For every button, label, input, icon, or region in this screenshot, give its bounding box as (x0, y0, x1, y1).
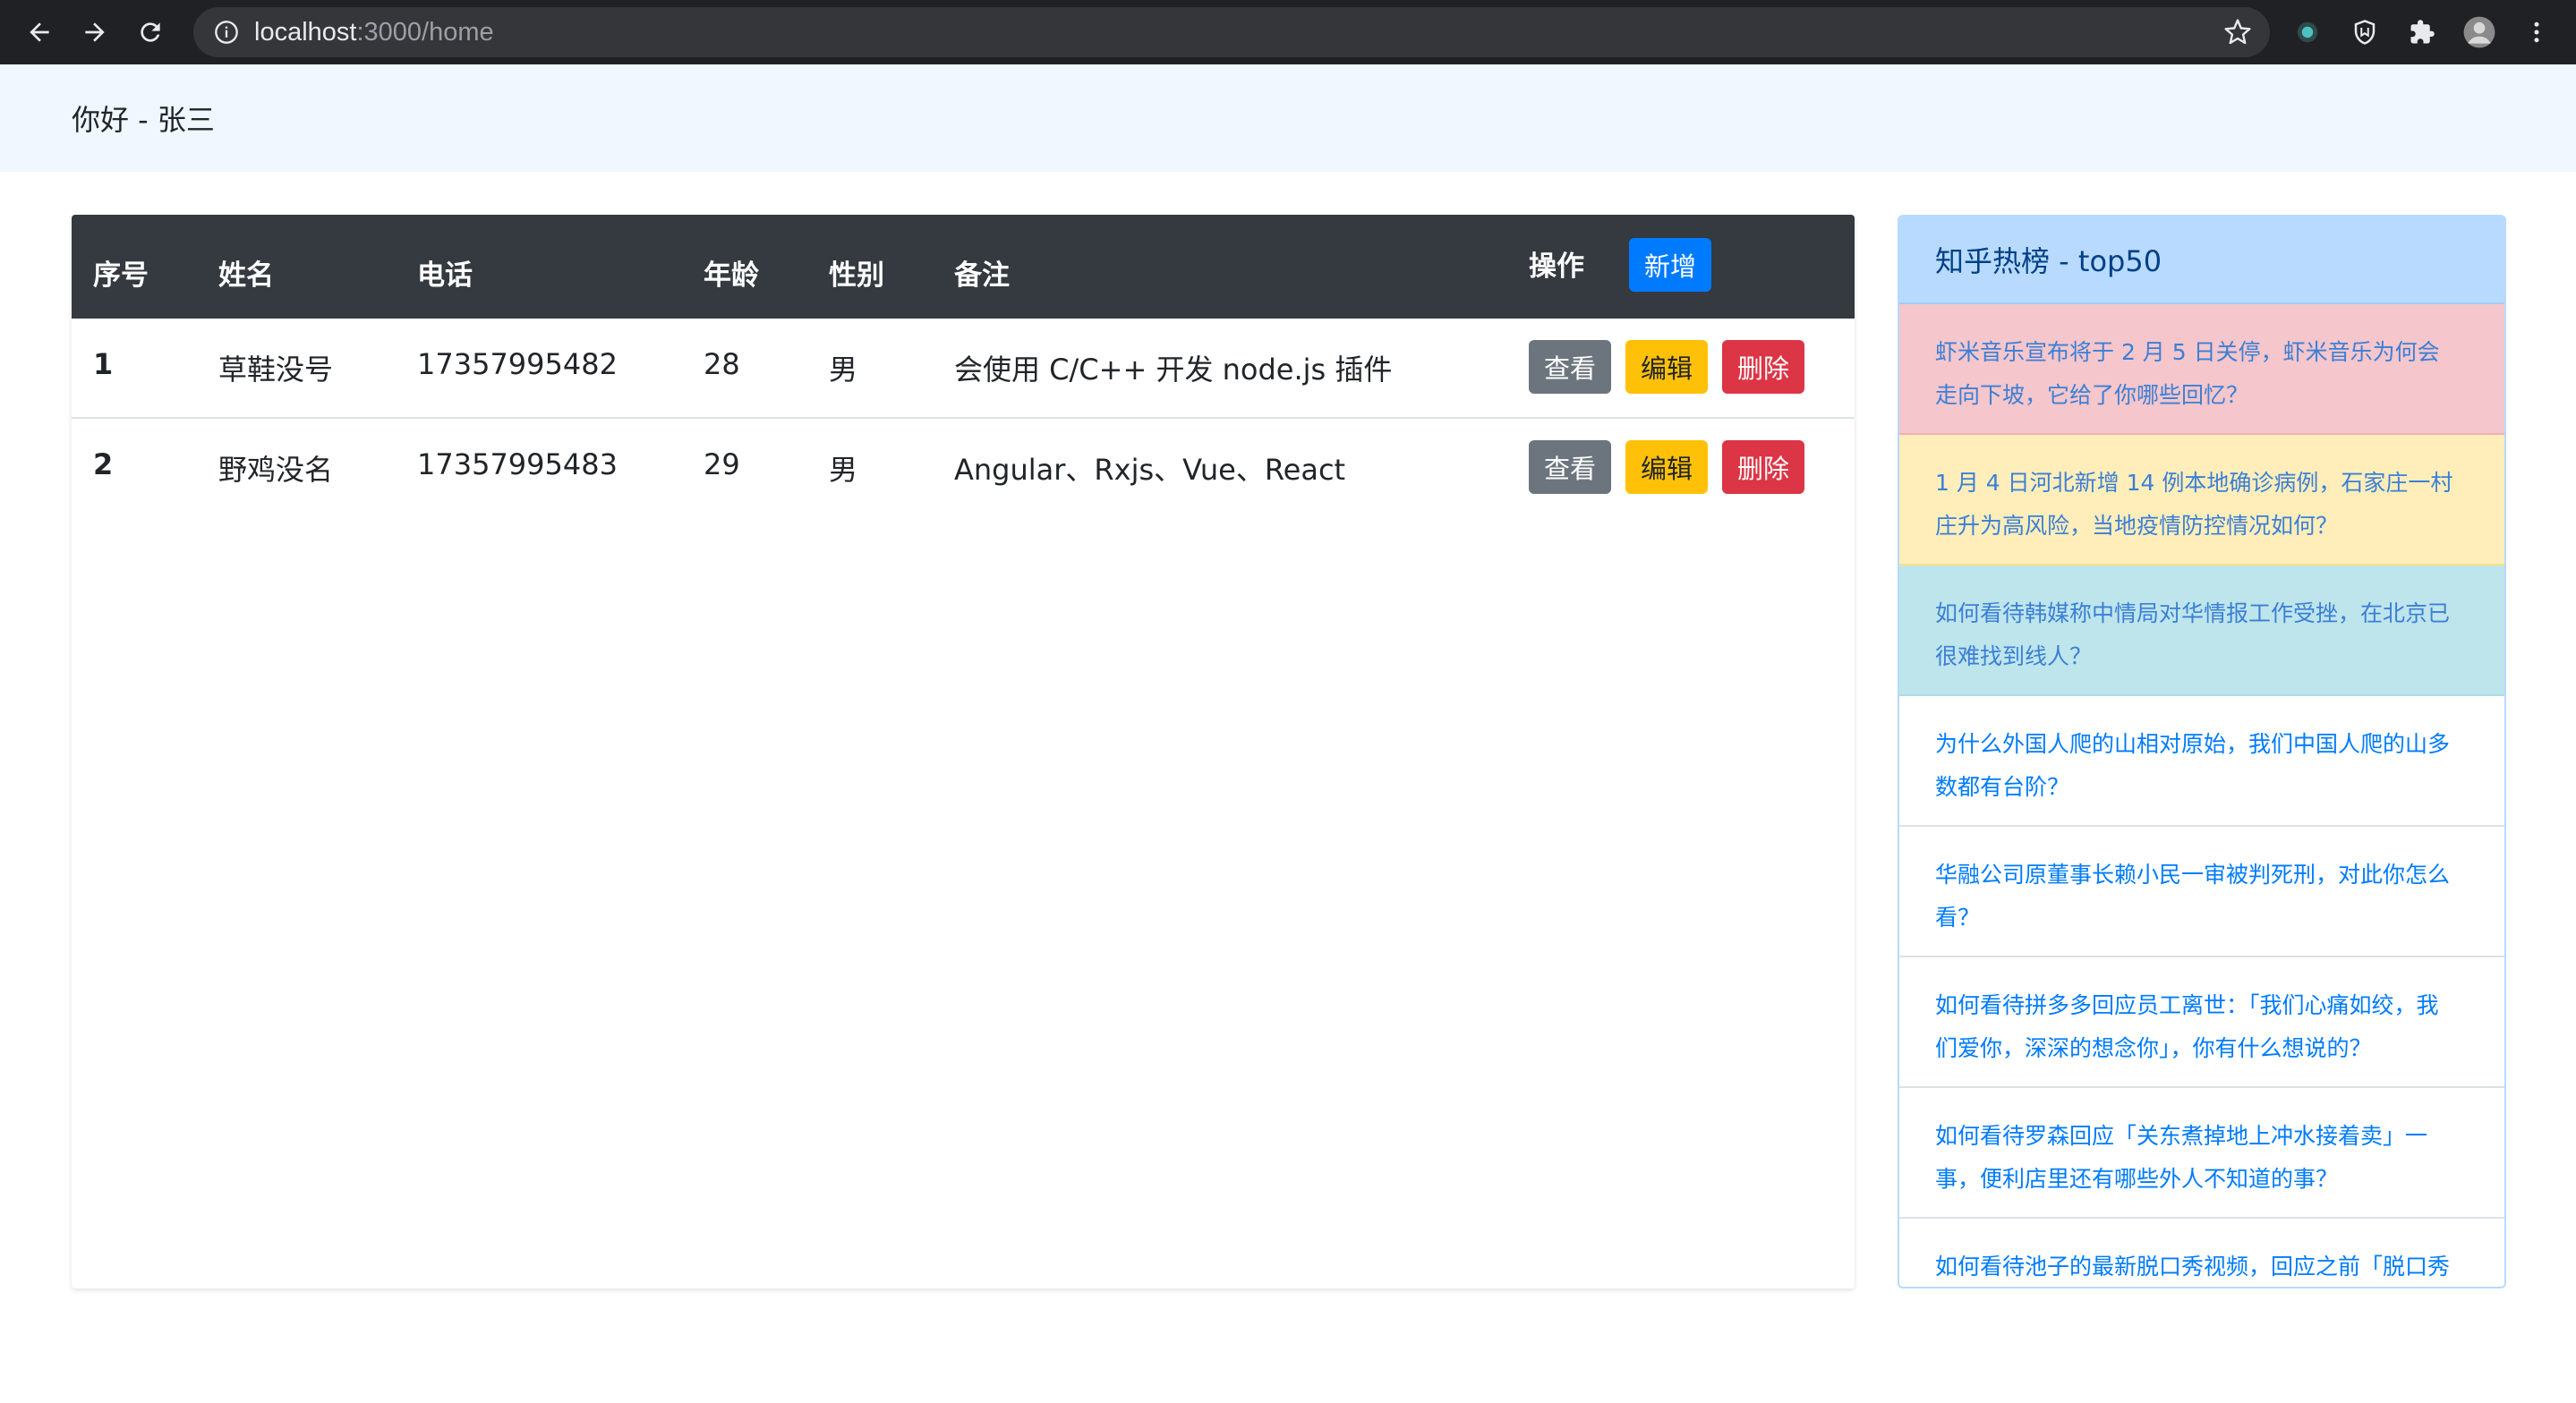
column-header-actions: 操作 (1529, 251, 1584, 283)
browser-toolbar: localhost:3000/home (0, 0, 2576, 64)
cell-age: 29 (704, 447, 740, 481)
greeting-text: 你好 - 张三 (72, 103, 215, 137)
shield-extension-icon[interactable] (2345, 13, 2384, 52)
hot-list-item[interactable]: 为什么外国人爬的山相对原始，我们中国人爬的山多数都有台阶？ (1899, 696, 2504, 827)
hot-list-item[interactable]: 如何看待罗森回应「关东煮掉地上冲水接着卖」一事，便利店里还有哪些外人不知道的事？ (1899, 1088, 2504, 1219)
cell-gender: 男 (829, 453, 858, 487)
column-header-phone: 电话 (417, 259, 473, 292)
back-icon[interactable] (16, 9, 63, 55)
hot-list-title: 知乎热榜 - top50 (1899, 217, 2504, 304)
add-button[interactable]: 新增 (1629, 238, 1711, 292)
url-path: :3000/home (356, 17, 494, 47)
hot-list-item[interactable]: 如何看待拼多多回应员工离世：「我们心痛如绞，我们爱你，深深的想念你」，你有什么想… (1899, 957, 2504, 1088)
reload-icon[interactable] (127, 9, 174, 55)
column-header-age: 年龄 (704, 259, 759, 292)
extensions-puzzle-icon[interactable] (2402, 13, 2442, 52)
hot-list-item[interactable]: 1 月 4 日河北新增 14 例本地确诊病例，石家庄一村庄升为高风险，当地疫情防… (1899, 435, 2504, 565)
cell-gender: 男 (829, 353, 858, 387)
hot-list-item[interactable]: 如何看待韩媒称中情局对华情报工作受挫，在北京已很难找到线人？ (1899, 565, 2504, 696)
delete-button[interactable]: 删除 (1722, 340, 1804, 394)
table-row: 1 草鞋没号 17357995482 28 男 会使用 C/C++ 开发 nod… (72, 319, 1855, 419)
hot-list-panel: 知乎热榜 - top50 虾米音乐宣布将于 2 月 5 日关停，虾米音乐为何会走… (1898, 215, 2506, 1288)
cell-note: 会使用 C/C++ 开发 node.js 插件 (954, 353, 1393, 387)
cell-index: 1 (93, 347, 114, 381)
view-button[interactable]: 查看 (1529, 440, 1611, 494)
url-text: localhost:3000/home (254, 18, 494, 47)
hot-list-item[interactable]: 如何看待池子的最新脱口秀视频，回应之前「脱口秀不 (1899, 1219, 2504, 1287)
table-header: 序号 姓名 电话 年龄 性别 备注 操作 新增 (72, 215, 1855, 319)
more-menu-icon[interactable] (2517, 13, 2556, 52)
user-table: 序号 姓名 电话 年龄 性别 备注 操作 新增 1 草鞋没号 173579954… (72, 215, 1855, 1288)
address-bar[interactable]: localhost:3000/home (193, 7, 2270, 57)
column-header-note: 备注 (954, 259, 1010, 292)
edit-button[interactable]: 编辑 (1625, 440, 1708, 494)
hot-list-item[interactable]: 华融公司原董事长赖小民一审被判死刑，对此你怎么看？ (1899, 827, 2504, 957)
column-header-name: 姓名 (218, 259, 274, 292)
cell-note: Angular、Rxjs、Vue、React (954, 453, 1346, 487)
cell-index: 2 (93, 447, 114, 481)
extension-circle-icon[interactable] (2288, 13, 2327, 52)
delete-button[interactable]: 删除 (1722, 440, 1804, 494)
column-header-index: 序号 (93, 259, 149, 292)
bookmark-star-icon[interactable] (2223, 18, 2252, 47)
cell-phone: 17357995482 (417, 347, 618, 381)
cell-age: 28 (704, 347, 740, 381)
forward-icon[interactable] (72, 9, 118, 55)
table-row: 2 野鸡没名 17357995483 29 男 Angular、Rxjs、Vue… (72, 419, 1855, 519)
site-info-icon[interactable] (213, 19, 240, 46)
edit-button[interactable]: 编辑 (1625, 340, 1708, 394)
cell-name: 草鞋没号 (218, 353, 334, 387)
page-header: 你好 - 张三 (0, 64, 2576, 172)
url-host: localhost (254, 17, 357, 47)
column-header-gender: 性别 (829, 259, 884, 292)
hot-list-item[interactable]: 虾米音乐宣布将于 2 月 5 日关停，虾米音乐为何会走向下坡，它给了你哪些回忆？ (1899, 304, 2504, 435)
profile-avatar-icon[interactable] (2460, 13, 2499, 52)
cell-name: 野鸡没名 (218, 453, 334, 487)
view-button[interactable]: 查看 (1529, 340, 1611, 394)
cell-phone: 17357995483 (417, 447, 618, 481)
